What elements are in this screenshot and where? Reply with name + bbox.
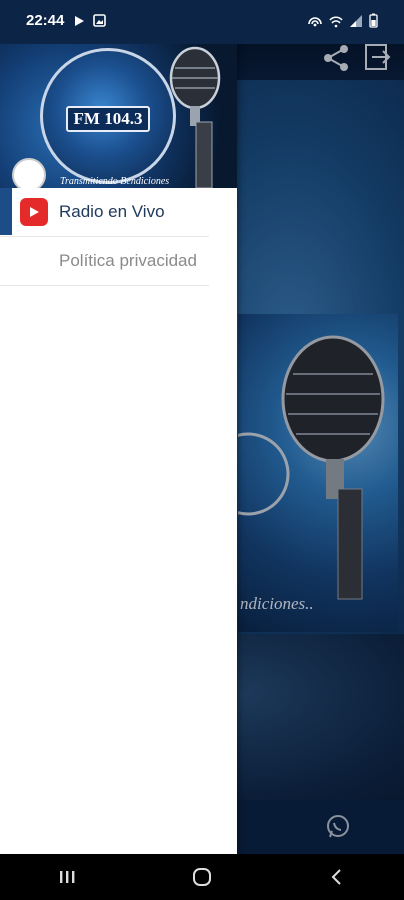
status-time: 22:44 — [26, 12, 65, 29]
image-icon — [93, 14, 106, 27]
menu-item-radio-en-vivo[interactable]: Radio en Vivo — [0, 188, 209, 237]
navigation-drawer: FM 104.3 Transmitiendo Bendiciones Radio… — [0, 34, 237, 854]
youtube-play-icon — [20, 198, 48, 226]
system-nav-bar — [0, 854, 404, 900]
play-icon — [75, 15, 84, 26]
hotspot-icon — [308, 16, 322, 26]
battery-icon — [369, 13, 378, 28]
recents-icon — [60, 871, 75, 883]
wifi-calling-icon — [329, 16, 343, 27]
microphone-image — [169, 46, 221, 188]
recents-button[interactable] — [47, 857, 87, 897]
status-left-icons — [73, 14, 106, 27]
headphones-icon — [12, 158, 46, 188]
signal-icon — [350, 14, 362, 27]
menu-item-politica-privacidad[interactable]: Política privacidad — [0, 237, 209, 286]
drawer-header: FM 104.3 Transmitiendo Bendiciones — [0, 34, 237, 188]
fm-frequency-label: FM 104.3 — [66, 106, 150, 132]
back-button[interactable] — [317, 857, 357, 897]
menu-item-label: Radio en Vivo — [59, 202, 165, 221]
back-icon — [331, 869, 341, 885]
station-tagline: Transmitiendo Bendiciones — [60, 176, 170, 187]
status-bar: 22:44 — [0, 0, 404, 44]
menu-item-label: Política privacidad — [59, 251, 197, 270]
status-right-icons — [307, 13, 378, 28]
home-icon — [192, 868, 211, 886]
home-button[interactable] — [182, 857, 222, 897]
